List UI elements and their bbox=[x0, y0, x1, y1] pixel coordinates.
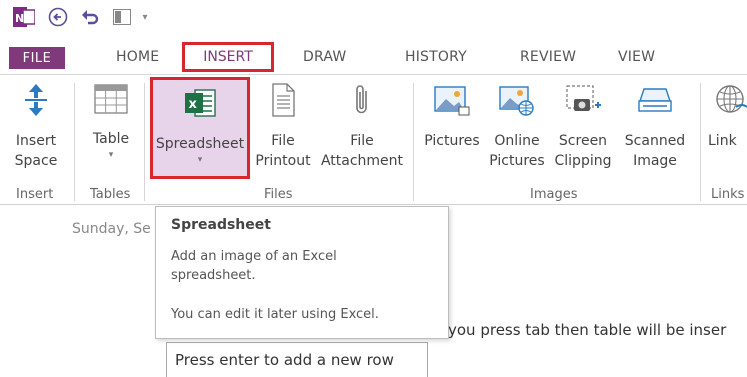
page-body-text[interactable]: you press tab then table will be inser bbox=[448, 321, 726, 339]
tab-insert[interactable]: INSERT bbox=[182, 42, 274, 72]
tab-home[interactable]: HOME bbox=[116, 49, 159, 65]
svg-text:N: N bbox=[15, 12, 24, 25]
file-attachment-label-2: Attachment bbox=[320, 153, 404, 169]
online-pictures-label-1: Online bbox=[494, 133, 540, 149]
link-label: Link bbox=[708, 133, 737, 149]
table-dropdown-icon[interactable]: ▾ bbox=[86, 149, 136, 161]
pictures-button[interactable]: Pictures bbox=[420, 83, 484, 151]
spreadsheet-dropdown-icon[interactable]: ▾ bbox=[153, 154, 247, 166]
insert-space-button[interactable]: Insert Space bbox=[12, 83, 60, 171]
group-label-insert: Insert bbox=[16, 187, 54, 202]
table-cell[interactable]: Press enter to add a new row bbox=[166, 342, 428, 377]
tab-view[interactable]: VIEW bbox=[618, 49, 655, 65]
insert-space-icon bbox=[12, 83, 60, 123]
file-printout-label-1: File bbox=[271, 133, 295, 149]
insert-space-label-1: Insert bbox=[15, 133, 57, 149]
screen-clipping-icon bbox=[552, 83, 614, 123]
excel-spreadsheet-icon: x bbox=[153, 86, 247, 126]
scanner-icon bbox=[618, 83, 692, 123]
dock-icon[interactable] bbox=[110, 6, 134, 28]
onenote-logo-icon: N bbox=[12, 6, 36, 28]
screen-clipping-button[interactable]: Screen Clipping bbox=[552, 83, 614, 171]
group-label-images: Images bbox=[530, 187, 578, 202]
online-pictures-label-2: Pictures bbox=[489, 153, 545, 169]
group-label-tables: Tables bbox=[90, 187, 131, 202]
undo-icon[interactable] bbox=[78, 6, 102, 28]
back-icon[interactable] bbox=[46, 6, 70, 28]
file-printout-icon bbox=[252, 83, 314, 123]
table-icon bbox=[86, 83, 136, 121]
scanned-image-button[interactable]: Scanned Image bbox=[618, 83, 692, 171]
svg-text:x: x bbox=[189, 97, 198, 112]
link-button[interactable]: Link bbox=[708, 83, 747, 151]
group-separator bbox=[74, 83, 75, 201]
tab-draw[interactable]: DRAW bbox=[303, 49, 346, 65]
pictures-label: Pictures bbox=[424, 133, 480, 149]
screen-clipping-label-1: Screen bbox=[558, 133, 608, 149]
page-date: Sunday, Se bbox=[72, 221, 151, 237]
tooltip-description: Add an image of an Excel spreadsheet. bbox=[171, 249, 337, 283]
link-globe-icon bbox=[712, 83, 747, 123]
online-pictures-button[interactable]: Online Pictures bbox=[486, 83, 548, 171]
quick-access-toolbar: N ▾ bbox=[0, 0, 747, 34]
tab-history[interactable]: HISTORY bbox=[405, 49, 467, 65]
file-printout-button[interactable]: File Printout bbox=[252, 83, 314, 171]
spreadsheet-button[interactable]: x Spreadsheet ▾ bbox=[150, 77, 250, 179]
file-attachment-button[interactable]: File Attachment bbox=[316, 83, 408, 171]
screen-clipping-label-2: Clipping bbox=[554, 153, 612, 169]
insert-space-label-2: Space bbox=[14, 153, 58, 169]
pictures-icon bbox=[420, 83, 484, 123]
group-separator bbox=[700, 83, 701, 201]
file-printout-label-2: Printout bbox=[255, 153, 311, 169]
paperclip-icon bbox=[316, 83, 408, 123]
ribbon-tabs: FILE HOME INSERT DRAW HISTORY REVIEW VIE… bbox=[0, 34, 747, 74]
group-separator bbox=[144, 83, 145, 201]
tab-file[interactable]: FILE bbox=[9, 47, 65, 69]
spreadsheet-label: Spreadsheet bbox=[155, 136, 245, 152]
ribbon: Insert Space Insert Table ▾ Tables x Spr… bbox=[0, 74, 747, 205]
spreadsheet-tooltip: Spreadsheet Add an image of an Excel spr… bbox=[155, 206, 449, 339]
online-pictures-icon bbox=[486, 83, 548, 123]
tab-review[interactable]: REVIEW bbox=[520, 49, 576, 65]
group-label-links: Links bbox=[711, 187, 745, 202]
tooltip-note: You can edit it later using Excel. bbox=[171, 307, 379, 322]
table-label: Table bbox=[92, 131, 130, 147]
scanned-image-label-2: Image bbox=[633, 153, 677, 169]
scanned-image-label-1: Scanned bbox=[624, 133, 686, 149]
customize-icon[interactable]: ▾ bbox=[138, 6, 152, 28]
table-button[interactable]: Table ▾ bbox=[86, 83, 136, 161]
group-label-files: Files bbox=[264, 187, 293, 202]
file-attachment-label-1: File bbox=[350, 133, 374, 149]
tooltip-title: Spreadsheet bbox=[171, 217, 271, 233]
group-separator bbox=[413, 83, 414, 201]
